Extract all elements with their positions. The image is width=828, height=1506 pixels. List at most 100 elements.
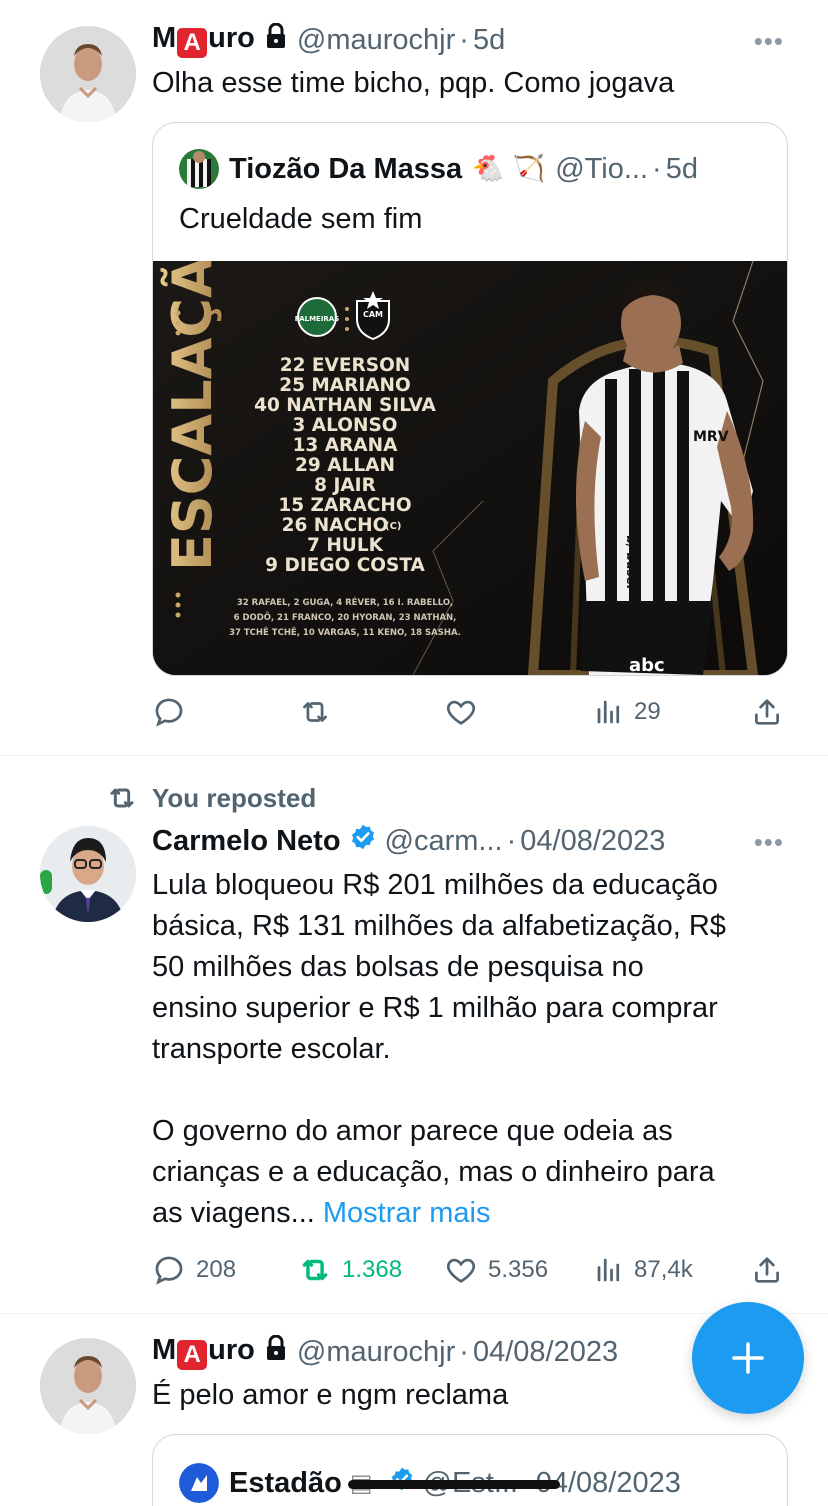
lineup-title: ESCALAÇÃO — [161, 261, 224, 571]
share-icon — [755, 699, 779, 725]
avatar-photo — [40, 826, 136, 922]
quoted-tweet[interactable]: Estadão ▤ @Est... · 04/08/2023 — [152, 1434, 788, 1506]
quoted-tweet[interactable]: Tiozão Da Massa 🐔 🏹 @Tio... · 5d Cruelda… — [152, 122, 788, 676]
views-count: 87,4k — [634, 1256, 693, 1283]
repost-icon — [303, 702, 327, 722]
repost-context: You reposted — [106, 780, 316, 816]
reply-button[interactable]: 208 — [152, 1250, 236, 1290]
text-line: O governo do amor parece que odeia as — [152, 1115, 673, 1147]
share-icon — [755, 1257, 779, 1283]
author-name[interactable]: Carmelo Neto — [152, 825, 341, 858]
starter-player: 29 ALLAN — [295, 455, 395, 476]
compose-button[interactable] — [692, 1302, 804, 1414]
text-line: 50 milhões das bolsas de pesquisa no — [152, 951, 644, 983]
quoted-author-name: Estadão — [229, 1466, 342, 1499]
reply-icon — [155, 1256, 183, 1285]
starter-player: 40 NATHAN SILVA — [254, 395, 436, 416]
starter-player: 25 MARIANO — [279, 375, 411, 396]
club-badge-text: CAM — [363, 310, 383, 319]
quoted-author-handle: @Tio... — [555, 152, 649, 185]
repost-icon — [110, 788, 134, 808]
author-handle[interactable]: @carm... — [385, 825, 503, 858]
author-handle[interactable]: @maurochjr — [297, 1336, 455, 1369]
share-button[interactable] — [750, 692, 794, 732]
divider — [0, 1313, 828, 1314]
quoted-author-avatar — [179, 1463, 219, 1503]
name-part: M — [152, 22, 177, 54]
shirt-sponsor: b/ buser — [624, 535, 638, 591]
starter-player: 9 DIEGO COSTA — [265, 555, 425, 576]
more-options-icon[interactable]: ••• — [754, 26, 784, 57]
text-line: crianças e a educação, mas o dinheiro pa… — [152, 1156, 715, 1188]
tweet-text: É pelo amor e ngm reclama — [152, 1379, 509, 1411]
timestamp[interactable]: 04/08/2023 — [520, 825, 665, 858]
lock-icon — [265, 22, 287, 57]
quoted-timestamp: 5d — [665, 152, 698, 185]
author-name[interactable]: M Auro — [152, 1334, 255, 1370]
repost-count: 1.368 — [342, 1256, 403, 1283]
captain-mark: (C) — [385, 521, 401, 532]
quoted-author-name: Tiozão Da Massa — [229, 152, 463, 185]
lock-icon — [265, 1334, 287, 1369]
views-count: 29 — [634, 698, 661, 725]
views-icon — [597, 1258, 620, 1282]
lineup-image[interactable]: ESCALAÇÃO PALMEIRAS CAM 22 EVERSON 25 MA… — [153, 261, 787, 675]
author-name[interactable]: M Auro — [152, 22, 255, 58]
heart-icon — [446, 1258, 476, 1283]
club-badge-text: PALMEIRAS — [295, 315, 340, 323]
tweet-header: M Auro @maurochjr · 5d — [152, 20, 788, 60]
author-handle[interactable]: @maurochjr — [297, 24, 455, 57]
starter-player: 22 EVERSON — [280, 355, 411, 376]
name-part: uro — [208, 1334, 255, 1366]
name-part: uro — [208, 22, 255, 54]
repost-icon — [302, 1259, 328, 1281]
like-button[interactable]: 5.356 — [444, 1250, 548, 1290]
more-options-icon[interactable]: ••• — [754, 827, 784, 858]
bench-players: 32 RAFAEL, 2 GUGA, 4 RÉVER, 16 I. RABELL… — [237, 596, 453, 608]
avatar-photo — [40, 1338, 136, 1434]
show-more-link[interactable]: Mostrar mais — [323, 1197, 491, 1229]
home-indicator — [348, 1480, 560, 1489]
bench-players: 37 TCHÊ TCHÊ, 10 VARGAS, 11 KENO, 18 SAS… — [229, 626, 461, 638]
bench-players: 6 DODÔ, 21 FRANCO, 20 HYORAN, 23 NATHAN, — [234, 611, 457, 623]
text-line: ensino superior e R$ 1 milhão para compr… — [152, 992, 718, 1024]
reply-icon — [155, 698, 183, 727]
text-line: transporte escolar. — [152, 1033, 391, 1065]
repost-button[interactable] — [298, 692, 342, 732]
tweet-text: Olha esse time bicho, pqp. Como jogava — [152, 67, 675, 99]
views-button[interactable]: 87,4k — [594, 1250, 693, 1290]
quoted-tweet-text: Crueldade sem fim — [179, 203, 423, 235]
tweet-text: Lula bloqueou R$ 201 milhões da educação… — [152, 865, 788, 1234]
like-count: 5.356 — [488, 1256, 549, 1283]
text-line-last: as viagens... Mostrar mais — [152, 1193, 788, 1234]
share-button[interactable] — [750, 1250, 794, 1290]
name-part: M — [152, 1334, 177, 1366]
repost-label-text: You reposted — [152, 782, 317, 813]
avatar[interactable] — [40, 26, 136, 122]
verified-badge-icon — [349, 823, 377, 859]
avatar[interactable] — [40, 826, 136, 922]
tweet-actions: 208 1.368 5.356 87,4k — [152, 1250, 788, 1290]
reply-button[interactable] — [152, 692, 196, 732]
timestamp[interactable]: 5d — [473, 24, 505, 57]
avatar-photo — [40, 26, 136, 122]
separator-dot: · — [652, 152, 662, 185]
avatar[interactable] — [40, 1338, 136, 1434]
timestamp[interactable]: 04/08/2023 — [473, 1336, 618, 1369]
views-icon — [597, 700, 620, 724]
tweet-1[interactable]: M Auro @maurochjr · 5d ••• Olha esse time… — [0, 0, 828, 756]
plus-icon — [732, 1342, 764, 1374]
like-button[interactable] — [444, 692, 488, 732]
text-line: as viagens... — [152, 1197, 323, 1229]
separator-dot: · — [459, 23, 469, 56]
repost-button[interactable]: 1.368 — [298, 1250, 402, 1290]
starter-player: 7 HULK — [307, 535, 384, 556]
a-button-emoji: A — [177, 28, 208, 58]
text-line: Lula bloqueou R$ 201 milhões da educação — [152, 869, 718, 901]
heart-icon — [446, 700, 476, 725]
views-button[interactable]: 29 — [594, 692, 661, 732]
rooster-bow-emoji: 🐔 🏹 — [472, 154, 546, 184]
separator-dot: · — [506, 824, 517, 857]
quoted-tweet-header: Tiozão Da Massa 🐔 🏹 @Tio... · 5d — [179, 149, 767, 189]
starter-player: 8 JAIR — [314, 475, 376, 496]
